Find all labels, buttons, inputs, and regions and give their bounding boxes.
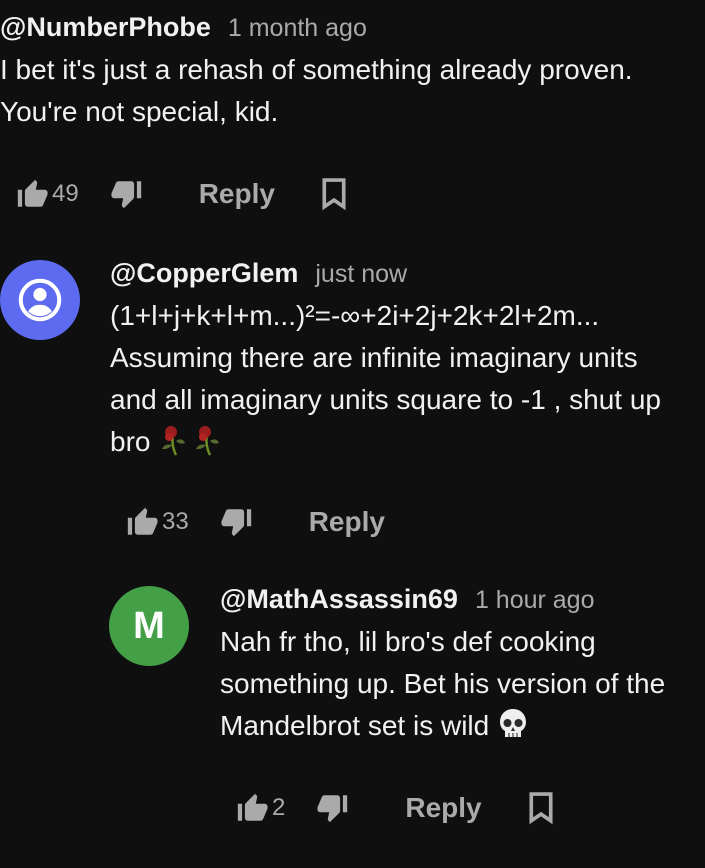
bookmark-icon xyxy=(322,178,346,211)
thumbs-down-icon xyxy=(317,795,348,823)
comment-item: @CopperGlem just now (1+l+j+k+l+m...)²=-… xyxy=(110,258,705,469)
comment-timestamp[interactable]: 1 month ago xyxy=(228,14,367,43)
bookmark-icon xyxy=(529,792,553,825)
comment-text: (1+l+j+k+l+m...)²=-∞+2i+2j+2k+2l+2m... A… xyxy=(110,295,705,469)
comment-timestamp[interactable]: just now xyxy=(315,260,407,289)
thumbs-up-icon xyxy=(17,179,48,207)
reply-button[interactable]: Reply xyxy=(309,506,385,538)
comment-header: @NumberPhobe 1 month ago xyxy=(0,12,705,43)
like-button[interactable]: 33 xyxy=(124,505,189,539)
reply-button[interactable]: Reply xyxy=(199,178,275,210)
comment-actions: 2 Reply xyxy=(234,788,556,828)
comments-section: @NumberPhobe 1 month ago I bet it's just… xyxy=(0,0,705,868)
avatar[interactable] xyxy=(0,260,80,340)
wilted-rose-emoji-icon xyxy=(158,423,188,469)
like-count: 33 xyxy=(162,508,189,535)
wilted-rose-emoji-icon xyxy=(192,423,222,469)
like-count: 2 xyxy=(272,794,286,821)
comment-text: Nah fr tho, lil bro's def cooking someth… xyxy=(220,621,705,753)
avatar-letter: M xyxy=(133,604,165,647)
comment-author[interactable]: @MathAssassin69 xyxy=(220,584,458,615)
thumbs-up-icon xyxy=(237,793,268,821)
reply-button[interactable]: Reply xyxy=(405,792,481,824)
thumbs-down-icon xyxy=(111,181,141,209)
person-icon xyxy=(18,278,62,322)
comment-item: @MathAssassin69 1 hour ago Nah fr tho, l… xyxy=(220,584,705,753)
comment-header: @MathAssassin69 1 hour ago xyxy=(220,584,705,615)
thumbs-down-icon xyxy=(221,509,251,537)
comment-item: @NumberPhobe 1 month ago I bet it's just… xyxy=(0,12,705,133)
avatar[interactable]: M xyxy=(109,586,189,666)
dislike-button[interactable] xyxy=(315,791,351,825)
comment-actions: 49 Reply xyxy=(14,174,349,214)
like-button[interactable]: 49 xyxy=(14,177,79,211)
save-button[interactable] xyxy=(526,791,556,825)
thumbs-up-icon xyxy=(127,507,158,535)
dislike-button[interactable] xyxy=(109,177,145,211)
comment-author[interactable]: @NumberPhobe xyxy=(0,12,211,43)
skull-emoji-icon xyxy=(497,707,529,753)
comment-author[interactable]: @CopperGlem xyxy=(110,258,298,289)
like-button[interactable]: 2 xyxy=(234,791,285,825)
dislike-button[interactable] xyxy=(219,505,255,539)
comment-timestamp[interactable]: 1 hour ago xyxy=(475,586,595,615)
comment-text-content: Nah fr tho, lil bro's def cooking someth… xyxy=(220,626,666,741)
save-button[interactable] xyxy=(319,177,349,211)
comment-text: I bet it's just a rehash of something al… xyxy=(0,54,633,127)
comment-header: @CopperGlem just now xyxy=(110,258,705,289)
comment-actions: 33 Reply xyxy=(124,502,385,542)
like-count: 49 xyxy=(52,180,79,207)
